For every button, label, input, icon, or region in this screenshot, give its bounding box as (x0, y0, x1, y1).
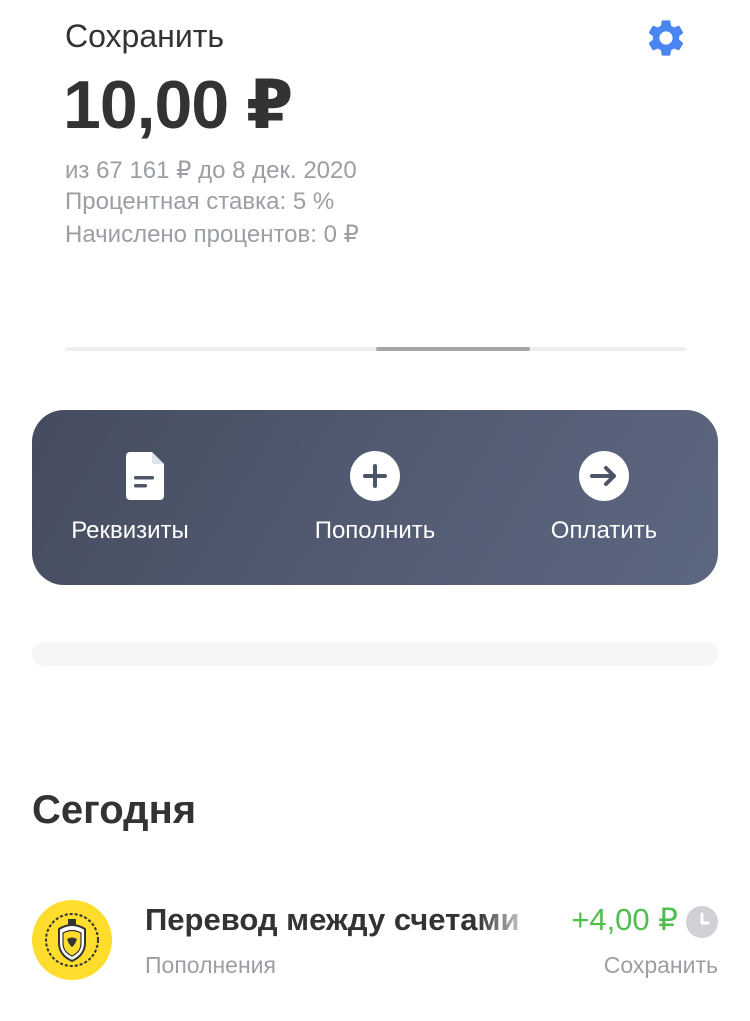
arrow-right-circle-icon (578, 450, 630, 502)
page-indicator-thumb (376, 347, 530, 351)
bank-logo-icon (32, 900, 112, 980)
operation-row[interactable]: Перевод между счетами Пополнения +4,00 ₽… (0, 880, 750, 1000)
document-icon (120, 450, 172, 502)
page-indicator[interactable] (65, 347, 686, 351)
operation-category: Пополнения (145, 952, 276, 978)
account-actions-panel: Реквизиты Пополнить Оплатить (32, 410, 718, 585)
account-name: Сохранить (65, 18, 225, 54)
accrued-interest-info: Начислено процентов: 0 ₽ (65, 221, 359, 248)
loading-placeholder (32, 642, 718, 666)
plus-circle-icon (349, 450, 401, 502)
interest-rate-info: Процентная ставка: 5 % (65, 188, 335, 215)
pay-button[interactable]: Оплатить (490, 410, 718, 585)
details-label: Реквизиты (71, 517, 189, 544)
goal-info: из 67 161 ₽ до 8 дек. 2020 (65, 157, 357, 184)
settings-button[interactable] (642, 14, 690, 62)
operation-account: Сохранить (603, 952, 718, 978)
clock-icon (686, 906, 718, 938)
top-up-button[interactable]: Пополнить (261, 410, 489, 585)
gear-icon (648, 20, 684, 56)
balance-amount: 10,00 ₽ (63, 67, 293, 143)
operation-title: Перевод между счетами (145, 902, 520, 937)
operation-amount: +4,00 ₽ (571, 902, 678, 937)
top-up-label: Пополнить (314, 517, 436, 544)
pay-label: Оплатить (550, 517, 658, 544)
details-button[interactable]: Реквизиты (32, 410, 260, 585)
operations-date-header: Сегодня (32, 788, 197, 832)
